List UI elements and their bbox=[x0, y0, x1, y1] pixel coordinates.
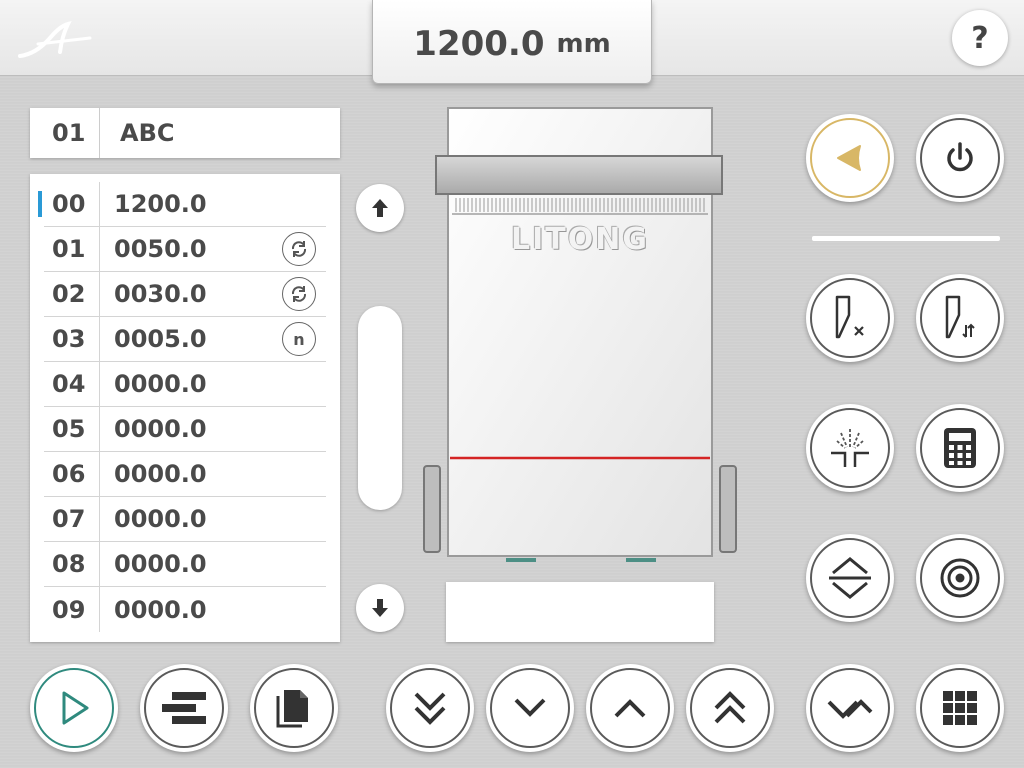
blade-reset-button[interactable] bbox=[806, 274, 894, 362]
program-name: ABC bbox=[120, 119, 175, 147]
insert-row-icon bbox=[162, 692, 206, 724]
step-value: 0000.0 bbox=[114, 460, 207, 488]
chevron-up-icon bbox=[614, 699, 646, 718]
run-button[interactable] bbox=[30, 664, 118, 752]
copy-icon bbox=[276, 690, 308, 728]
calculator-button[interactable] bbox=[916, 404, 1004, 492]
step-row[interactable]: 06 0000.0 bbox=[44, 452, 326, 497]
calculator-icon bbox=[944, 428, 976, 468]
blade-adjust-button[interactable] bbox=[916, 274, 1004, 362]
grid-icon bbox=[943, 691, 977, 725]
step-index: 06 bbox=[44, 452, 100, 496]
play-icon bbox=[62, 691, 89, 725]
step-index: 08 bbox=[44, 542, 100, 586]
measurement-value: 1200.0 bbox=[413, 23, 545, 64]
current-step-indicator bbox=[38, 191, 42, 217]
status-box bbox=[446, 582, 714, 642]
step-value: 0000.0 bbox=[114, 550, 207, 578]
measurement-display[interactable]: 1200.0 mm bbox=[372, 0, 652, 84]
step-index: 09 bbox=[44, 587, 100, 632]
chevron-down-icon bbox=[514, 698, 546, 717]
blade-updown-icon bbox=[945, 295, 975, 339]
step-row[interactable]: 07 0000.0 bbox=[44, 497, 326, 542]
step-index: 01 bbox=[44, 227, 100, 271]
step-row[interactable]: 04 0000.0 bbox=[44, 362, 326, 407]
power-button[interactable] bbox=[916, 114, 1004, 202]
step-index: 02 bbox=[44, 272, 100, 316]
step-row[interactable]: 05 0000.0 bbox=[44, 407, 326, 452]
scroll-up-button[interactable] bbox=[356, 184, 404, 232]
power-icon bbox=[947, 142, 973, 172]
target-icon bbox=[940, 558, 980, 598]
air-table-button[interactable] bbox=[806, 404, 894, 492]
measurement-unit: mm bbox=[556, 28, 611, 59]
repeat-icon[interactable] bbox=[282, 232, 316, 266]
insert-step-button[interactable] bbox=[140, 664, 228, 752]
machine-brand-label: LITONG bbox=[511, 222, 649, 257]
step-value: 0030.0 bbox=[114, 280, 207, 308]
step-index: 07 bbox=[44, 497, 100, 541]
machine-illustration: LITONG bbox=[420, 106, 740, 566]
arrow-up-icon bbox=[372, 199, 388, 217]
step-value: 0000.0 bbox=[114, 595, 207, 624]
step-row[interactable]: 00 1200.0 bbox=[38, 182, 326, 227]
forward-button[interactable] bbox=[586, 664, 674, 752]
clamp-updown-icon bbox=[829, 557, 871, 599]
step-row[interactable]: 02 0030.0 bbox=[44, 272, 326, 317]
back-triangle-icon bbox=[837, 145, 861, 171]
target-button[interactable] bbox=[916, 534, 1004, 622]
step-row[interactable]: 01 0050.0 bbox=[44, 227, 326, 272]
fast-forward-button[interactable] bbox=[686, 664, 774, 752]
step-index: 05 bbox=[44, 407, 100, 451]
blade-x-icon bbox=[835, 295, 864, 339]
arrow-down-icon bbox=[372, 599, 388, 617]
zigzag-chevron-icon bbox=[827, 699, 873, 719]
step-list: 00 1200.0 01 0050.0 02 0030.0 03 0005.0 … bbox=[30, 174, 340, 642]
help-label: ? bbox=[971, 20, 989, 56]
repeat-icon[interactable] bbox=[282, 277, 316, 311]
help-button[interactable]: ? bbox=[952, 10, 1008, 66]
brand-logo-icon bbox=[18, 21, 92, 58]
step-value: 1200.0 bbox=[114, 190, 207, 218]
step-value: 0000.0 bbox=[114, 370, 207, 398]
step-row[interactable]: 03 0005.0 n bbox=[44, 317, 326, 362]
program-header[interactable]: 01 ABC bbox=[30, 108, 340, 158]
fast-backward-button[interactable] bbox=[386, 664, 474, 752]
step-index: 04 bbox=[44, 362, 100, 406]
step-row[interactable]: 08 0000.0 bbox=[44, 542, 326, 587]
double-chevron-up-icon bbox=[714, 691, 746, 724]
step-value: 0000.0 bbox=[114, 415, 207, 443]
step-value: 0050.0 bbox=[114, 235, 207, 263]
step-index: 00 bbox=[44, 182, 100, 226]
backward-button[interactable] bbox=[486, 664, 574, 752]
program-number: 01 bbox=[30, 108, 100, 158]
step-value: 0000.0 bbox=[114, 505, 207, 533]
scroll-down-button[interactable] bbox=[356, 584, 404, 632]
n-icon[interactable]: n bbox=[282, 322, 316, 356]
double-chevron-down-icon bbox=[414, 692, 446, 725]
air-jet-icon bbox=[831, 429, 869, 467]
scrollbar-track[interactable] bbox=[358, 306, 402, 510]
step-row[interactable]: 09 0000.0 bbox=[44, 587, 326, 632]
step-value: 0005.0 bbox=[114, 325, 207, 353]
step-index: 03 bbox=[44, 317, 100, 361]
auto-push-button[interactable] bbox=[806, 664, 894, 752]
copy-button[interactable] bbox=[250, 664, 338, 752]
menu-grid-button[interactable] bbox=[916, 664, 1004, 752]
divider bbox=[812, 236, 1000, 241]
clamp-button[interactable] bbox=[806, 534, 894, 622]
back-button[interactable] bbox=[806, 114, 894, 202]
